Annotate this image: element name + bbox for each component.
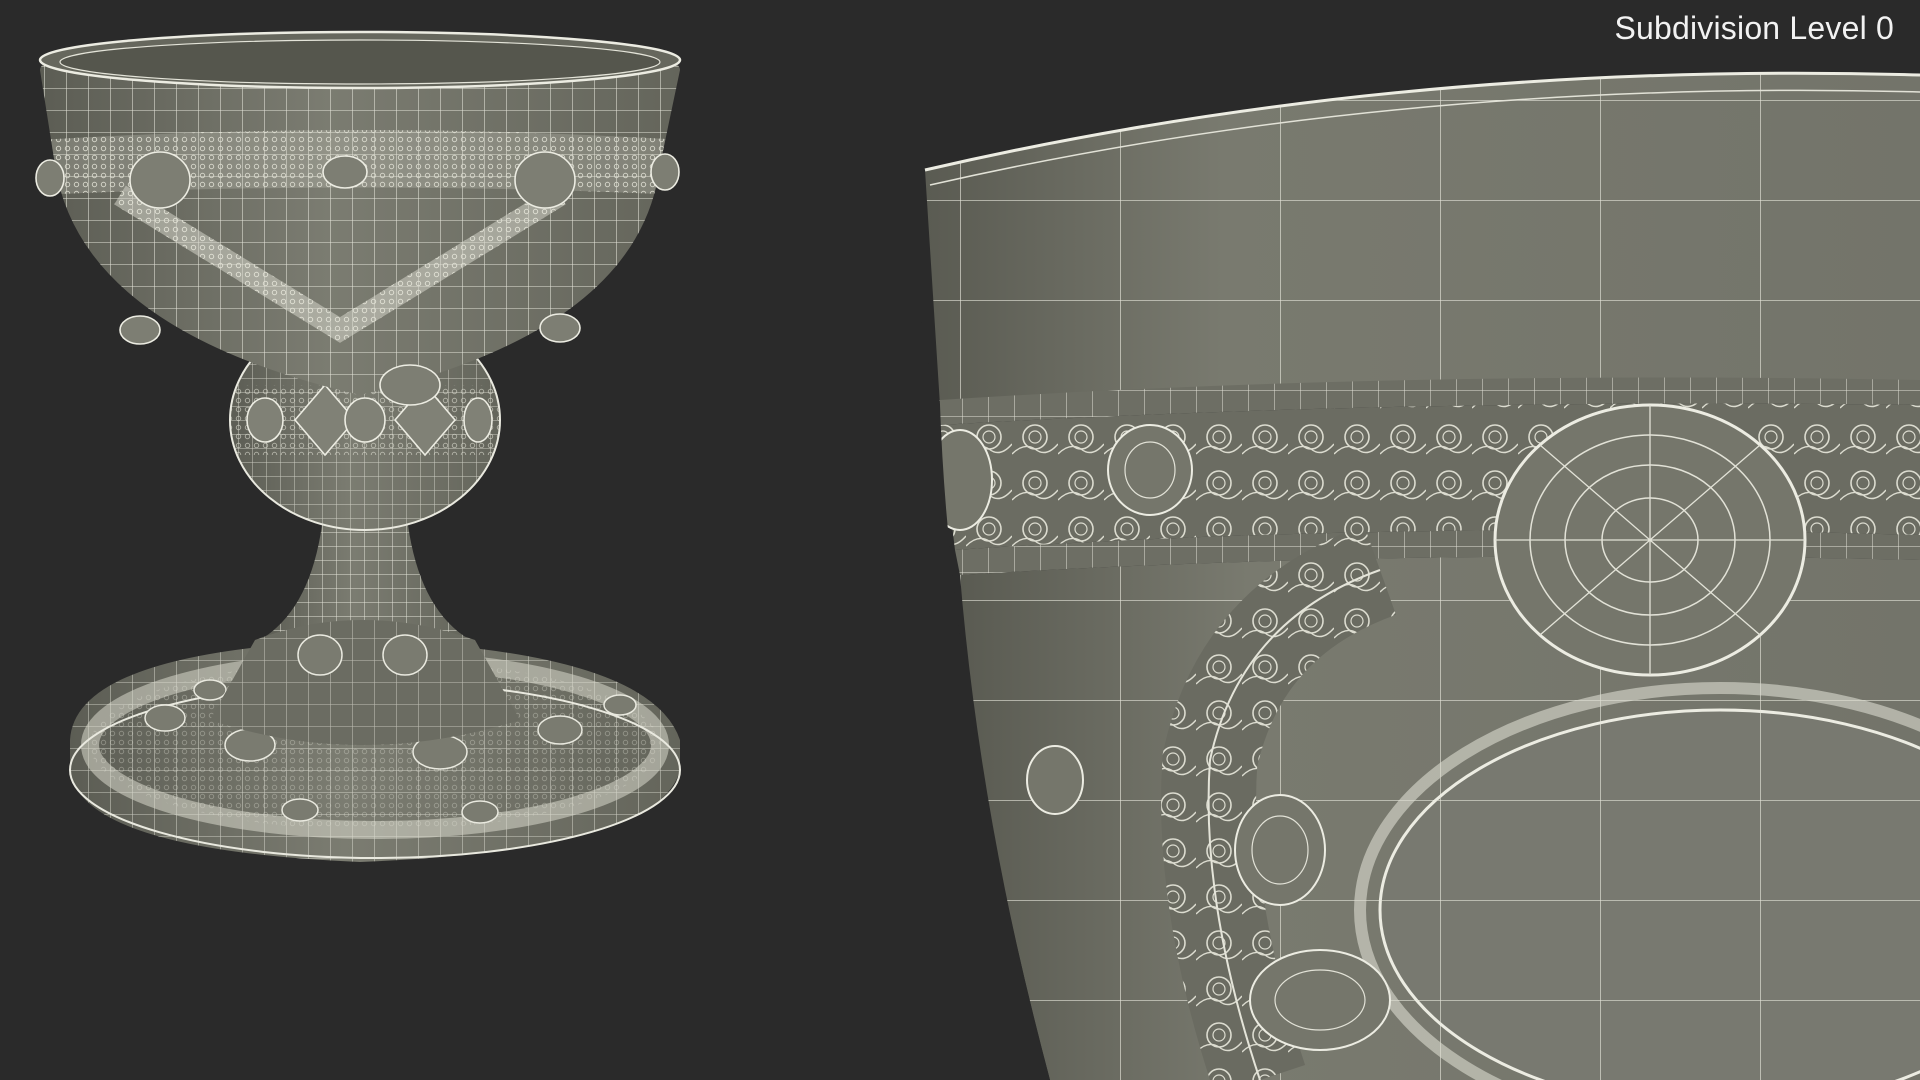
render-viewport: Subdivision Level 0 <box>0 0 1920 1080</box>
chalice-closeup-view <box>920 71 1920 1080</box>
subdivision-level-label: Subdivision Level 0 <box>1614 10 1894 46</box>
gem-cabochon <box>1493 403 1807 677</box>
